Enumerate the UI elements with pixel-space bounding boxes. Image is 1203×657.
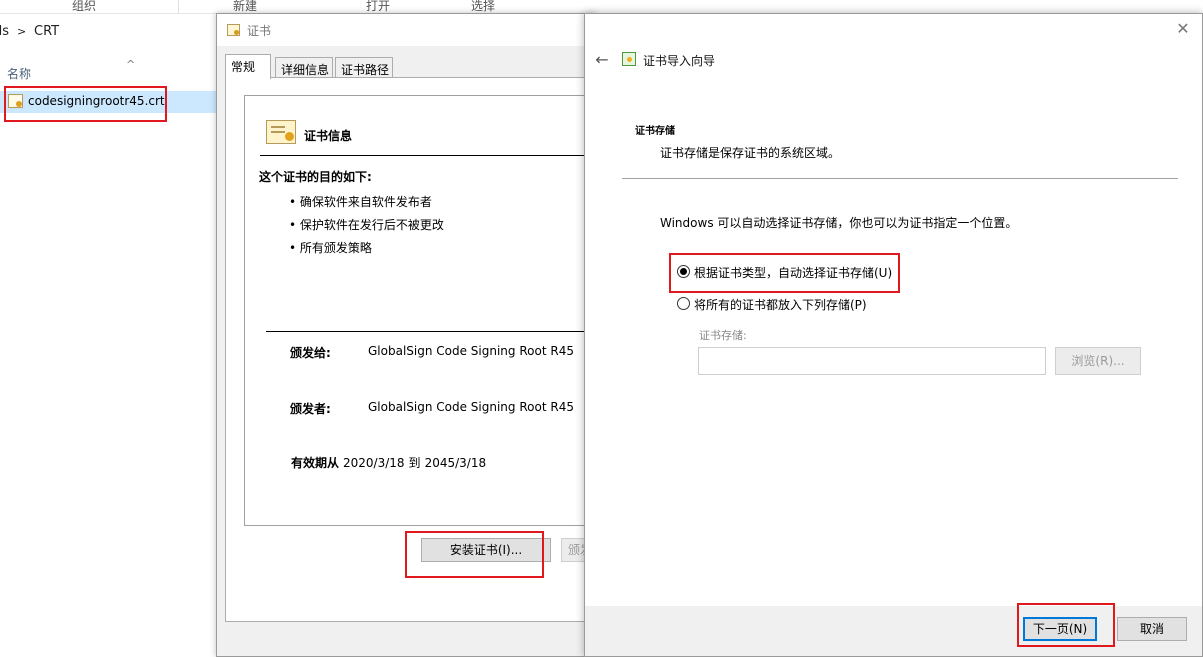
column-header-name[interactable]: 名称 ^: [0, 58, 216, 84]
issued-by-label: 颁发者:: [290, 402, 331, 416]
store-input[interactable]: [698, 347, 1046, 375]
breadcrumb-separator-icon[interactable]: >: [17, 25, 26, 38]
wizard-title: 证书导入向导: [643, 54, 716, 68]
divider: [260, 155, 591, 156]
ribbon-group-new: 新建: [233, 0, 258, 13]
validity-to-word: 到: [408, 456, 421, 470]
validity-period: 有效期从 2020/3/18 到 2045/3/18: [291, 454, 486, 471]
radio-checked-icon[interactable]: [677, 265, 690, 278]
validity-label: 有效期从: [291, 456, 340, 470]
ribbon-group-open: 打开: [366, 0, 391, 13]
wizard-footer: 下一页(N) 取消: [585, 606, 1202, 656]
tab-certification-path[interactable]: 证书路径: [335, 57, 393, 78]
wizard-icon: [622, 52, 636, 66]
breadcrumb-crt[interactable]: CRT: [34, 24, 59, 39]
close-icon[interactable]: ✕: [1173, 19, 1193, 39]
radio-unchecked-icon[interactable]: [677, 297, 690, 310]
certificate-file-icon: [8, 94, 23, 108]
purpose-item: • 所有颁发策略: [289, 241, 372, 255]
radio-auto-label[interactable]: 根据证书类型，自动选择证书存储(U): [694, 264, 892, 281]
section-description: 证书存储是保存证书的系统区域。: [660, 146, 841, 160]
certificate-info-icon: [266, 120, 296, 144]
install-certificate-button[interactable]: 安装证书(I)...: [421, 538, 551, 562]
next-button[interactable]: 下一页(N): [1023, 617, 1097, 641]
divider: [266, 331, 591, 332]
tab-general[interactable]: 常规: [225, 54, 271, 79]
certificate-dialog-title: 证书: [247, 24, 272, 38]
ribbon-group-labels: 组织 新建 打开 选择: [0, 0, 1203, 14]
column-name-label: 名称: [7, 67, 32, 81]
purpose-item: • 确保软件来自软件发布者: [289, 195, 432, 209]
store-prompt: Windows 可以自动选择证书存储，你也可以为证书指定一个位置。: [660, 216, 1018, 230]
purpose-item: • 保护软件在发行后不被更改: [289, 218, 444, 232]
ribbon-group-select: 选择: [471, 0, 496, 13]
cancel-button[interactable]: 取消: [1117, 617, 1187, 641]
issued-by-value: GlobalSign Code Signing Root R45: [368, 400, 574, 414]
divider: [622, 178, 1178, 179]
certificate-icon: [227, 24, 240, 36]
valid-to-date: 2045/3/18: [424, 456, 487, 470]
ribbon-group-organize: 组织: [72, 0, 97, 13]
issued-to-value: GlobalSign Code Signing Root R45: [368, 344, 574, 358]
certificate-info-box: 证书信息 这个证书的目的如下: • 确保软件来自软件发布者 • 保护软件在发行后…: [244, 95, 591, 526]
file-list-item[interactable]: codesigningrootr45.crt: [0, 91, 216, 113]
file-name: codesigningrootr45.crt: [28, 94, 165, 108]
general-tab-panel: 证书信息 这个证书的目的如下: • 确保软件来自软件发布者 • 保护软件在发行后…: [225, 77, 601, 622]
purpose-heading: 这个证书的目的如下:: [259, 170, 372, 184]
certificate-dialog: 证书 常规 详细信息 证书路径 证书信息 这个证书的目的如下: • 确保软件来自…: [216, 13, 601, 657]
certificate-info-title: 证书信息: [304, 129, 353, 143]
valid-from-date: 2020/3/18: [343, 456, 405, 470]
certificate-import-wizard: ✕ ← 证书导入向导 证书存储 证书存储是保存证书的系统区域。 Windows …: [584, 13, 1203, 657]
radio-manual-label[interactable]: 将所有的证书都放入下列存储(P): [694, 296, 867, 313]
issued-to-label: 颁发给:: [290, 346, 331, 360]
breadcrumb-parent[interactable]: ds: [0, 24, 9, 39]
section-title: 证书存储: [635, 126, 675, 137]
store-field-label: 证书存储:: [699, 329, 747, 342]
browse-button[interactable]: 浏览(R)...: [1055, 347, 1141, 375]
tab-details[interactable]: 详细信息: [275, 57, 333, 78]
back-arrow-icon[interactable]: ←: [593, 50, 611, 70]
certificate-titlebar[interactable]: 证书: [217, 14, 595, 46]
sort-ascending-icon: ^: [126, 58, 136, 71]
